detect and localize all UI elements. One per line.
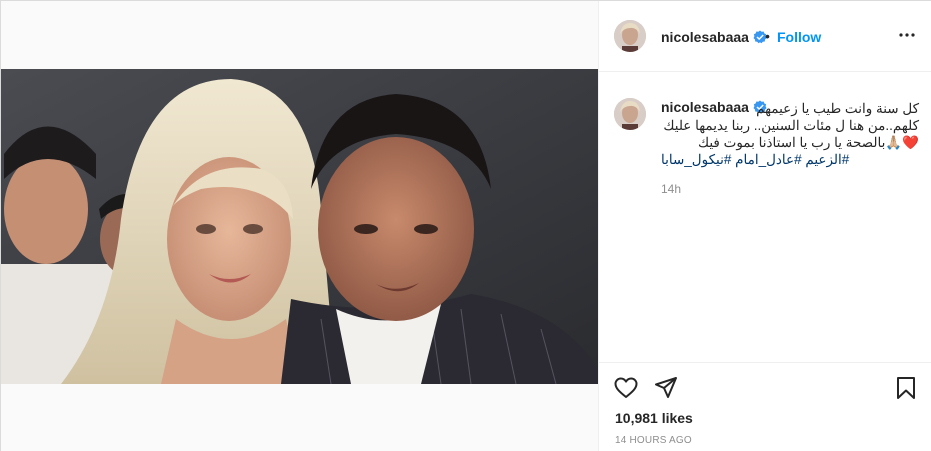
caption-hashtags[interactable]: #الزعيم #عادل_امام #نيكول_سابا xyxy=(661,151,919,168)
heart-icon[interactable] xyxy=(613,375,639,401)
username-text[interactable]: nicolesabaaa xyxy=(661,29,749,45)
header-username[interactable]: nicolesabaaa xyxy=(661,29,767,45)
caption-avatar[interactable] xyxy=(614,98,646,130)
post-photo[interactable] xyxy=(1,69,598,384)
caption-comment: nicolesabaaa كل سنة وانت طيب يا زعيمهم ك… xyxy=(599,72,931,362)
likes-count[interactable]: 10,981 likes xyxy=(615,410,693,426)
caption-timestamp[interactable]: 14h xyxy=(661,182,919,196)
caption-line-3: ❤️🙏🏼بالصحة يا رب يا استاذنا بموت فيك xyxy=(697,135,919,150)
bookmark-icon[interactable] xyxy=(893,375,919,401)
avatar[interactable] xyxy=(614,20,646,52)
caption-line-2: كلهم..من هنا ل مئات السنين.. ربنا يديمها… xyxy=(663,118,919,133)
profile-photo-icon xyxy=(614,98,646,130)
post-header: nicolesabaaa • Follow xyxy=(599,1,931,72)
ellipsis-icon[interactable] xyxy=(897,27,917,43)
post-container: nicolesabaaa • Follow nicolesabaaa كل سن… xyxy=(0,0,931,451)
caption-username[interactable]: nicolesabaaa xyxy=(661,99,767,115)
action-bar: 10,981 likes 14 HOURS AGO xyxy=(599,362,931,451)
post-image xyxy=(1,69,598,384)
send-icon[interactable] xyxy=(653,375,679,401)
profile-photo-icon xyxy=(614,20,646,52)
follow-button[interactable]: Follow xyxy=(777,29,821,45)
post-sidebar: nicolesabaaa • Follow nicolesabaaa كل سن… xyxy=(598,1,931,451)
caption-body: nicolesabaaa كل سنة وانت طيب يا زعيمهم ك… xyxy=(661,99,919,196)
caption-username-text[interactable]: nicolesabaaa xyxy=(661,99,749,115)
post-time[interactable]: 14 HOURS AGO xyxy=(615,435,692,446)
media-column xyxy=(1,1,598,451)
separator-dot: • xyxy=(765,28,770,44)
